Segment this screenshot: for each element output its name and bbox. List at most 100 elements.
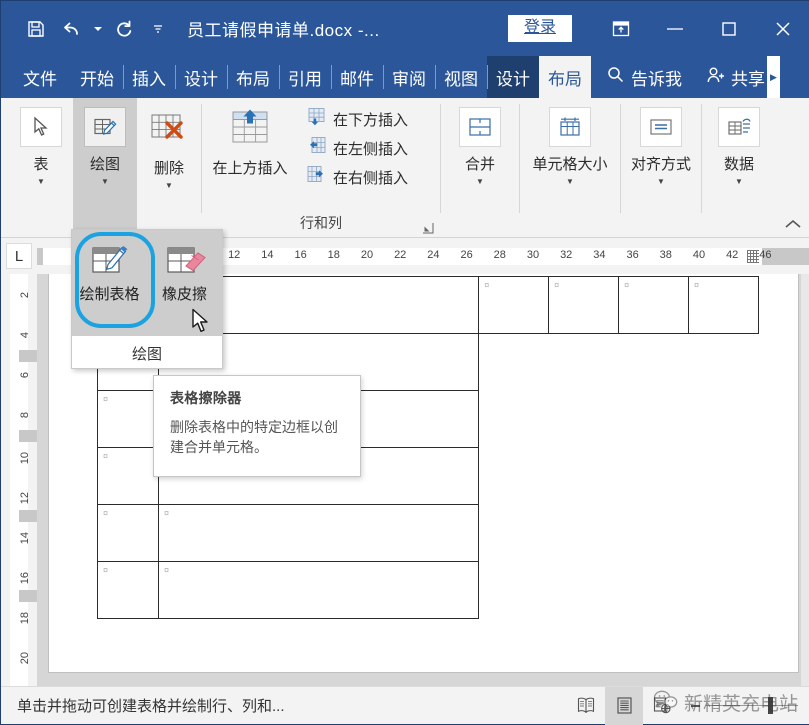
- vertical-ruler[interactable]: 2468101214161820: [1, 274, 37, 686]
- table-cell[interactable]: ¤: [479, 277, 549, 334]
- merge-button[interactable]: 合并 ▼: [447, 98, 513, 186]
- read-mode-icon[interactable]: [567, 687, 605, 725]
- ruler-tick-label: 14: [261, 249, 273, 261]
- sign-in-button[interactable]: 登录: [508, 15, 572, 42]
- title-bar: 员工请假申请单.docx -... 登录: [1, 1, 809, 56]
- ribbon-group-cell-size: 单元格大小 ▼: [520, 98, 620, 237]
- insert-right-button[interactable]: 在右侧插入: [302, 164, 412, 190]
- vertical-ruler-tick-label: 14: [19, 532, 37, 544]
- tab-references[interactable]: 引用: [279, 56, 331, 98]
- tab-table-layout[interactable]: 布局: [539, 56, 591, 98]
- select-label: 表: [33, 153, 48, 174]
- merge-cells-icon: [459, 107, 501, 147]
- vertical-ruler-tick-label: 12: [19, 492, 37, 504]
- select-button[interactable]: 表 ▼: [9, 98, 73, 186]
- rows-columns-dialog-launcher-icon[interactable]: [422, 221, 434, 233]
- tab-stop-selector[interactable]: L: [1, 238, 37, 274]
- cell-size-label: 单元格大小: [532, 153, 607, 174]
- tab-layout[interactable]: 布局: [227, 56, 279, 98]
- share-person-icon: [706, 66, 726, 89]
- draw-button[interactable]: 绘图 ▼: [73, 98, 137, 238]
- insert-above-button[interactable]: 在上方插入: [202, 98, 298, 178]
- alignment-caret-icon[interactable]: ▼: [657, 177, 665, 186]
- word-window: 员工请假申请单.docx -... 登录 文件 开始 插入 设计 布局 引用 邮…: [0, 0, 809, 725]
- tab-table-design[interactable]: 设计: [487, 56, 539, 98]
- undo-icon[interactable]: [55, 12, 89, 46]
- cell-end-mark: ¤: [164, 508, 169, 518]
- insert-left-button[interactable]: 在左侧插入: [302, 135, 412, 161]
- data-icon: [718, 107, 760, 147]
- tab-file[interactable]: 文件: [1, 56, 71, 98]
- merge-caret-icon[interactable]: ▼: [476, 177, 484, 186]
- vertical-ruler-tick-label: 20: [19, 652, 37, 664]
- ruler-tick-label: 34: [593, 249, 605, 261]
- table-cell[interactable]: ¤: [98, 562, 159, 619]
- table-cell[interactable]: ¤: [689, 277, 759, 334]
- insert-above-label: 在上方插入: [212, 157, 287, 178]
- tab-review[interactable]: 审阅: [383, 56, 435, 98]
- table-cell[interactable]: ¤: [98, 505, 159, 562]
- data-caret-icon[interactable]: ▼: [735, 177, 743, 186]
- table-cell[interactable]: ¤: [619, 277, 689, 334]
- rows-columns-group-label: 行和列: [202, 213, 440, 237]
- alignment-label: 对齐方式: [631, 153, 691, 174]
- ruler-tick-label: 28: [494, 249, 506, 261]
- tab-insert[interactable]: 插入: [123, 56, 175, 98]
- ribbon-group-table: 表 ▼ 绘图 ▼: [1, 98, 201, 237]
- table-row[interactable]: ¤¤: [98, 562, 759, 619]
- close-icon[interactable]: [756, 1, 809, 56]
- minimize-icon[interactable]: [648, 1, 702, 56]
- table-cell[interactable]: ¤: [549, 277, 619, 334]
- ribbon-group-rows-columns: 在上方插入 在下方插入: [202, 98, 440, 237]
- draw-caret-icon[interactable]: ▼: [101, 177, 109, 186]
- tell-me-button[interactable]: 告诉我: [591, 56, 692, 98]
- tab-view[interactable]: 视图: [435, 56, 487, 98]
- table-cell[interactable]: ¤: [158, 505, 478, 562]
- table-row[interactable]: ¤¤: [98, 505, 759, 562]
- table-cell[interactable]: ¤: [98, 391, 159, 448]
- alignment-icon: [640, 107, 682, 147]
- draw-table-icon: [84, 107, 126, 147]
- undo-dropdown-caret-icon[interactable]: [91, 12, 105, 46]
- ribbon-options-icon[interactable]: [594, 1, 648, 56]
- eraser-icon: [161, 239, 209, 281]
- cell-size-button[interactable]: 单元格大小 ▼: [522, 98, 618, 186]
- save-icon[interactable]: [19, 12, 53, 46]
- tab-home[interactable]: 开始: [71, 56, 123, 98]
- ruler-tick-label: 20: [361, 249, 373, 261]
- cell-end-mark: ¤: [103, 508, 108, 518]
- collapse-ribbon-icon[interactable]: [785, 217, 801, 232]
- ruler-tick-label: 16: [294, 249, 306, 261]
- tab-overflow-arrow-icon[interactable]: ▶: [767, 56, 780, 98]
- tab-mailings[interactable]: 邮件: [331, 56, 383, 98]
- draw-label: 绘图: [90, 153, 120, 174]
- tooltip-title: 表格擦除器: [170, 388, 346, 408]
- table-cell[interactable]: ¤: [98, 448, 159, 505]
- redo-icon[interactable]: [107, 12, 141, 46]
- mouse-cursor-icon: [191, 308, 211, 341]
- select-caret-icon[interactable]: ▼: [37, 177, 45, 186]
- cell-end-mark: ¤: [103, 565, 108, 575]
- ruler-tick-label: 18: [328, 249, 340, 261]
- vertical-ruler-tick-label: 18: [19, 612, 37, 624]
- delete-caret-icon[interactable]: ▼: [165, 181, 173, 190]
- tab-design[interactable]: 设计: [175, 56, 227, 98]
- vertical-scrollbar[interactable]: [801, 274, 809, 686]
- cell-size-caret-icon[interactable]: ▼: [566, 177, 574, 186]
- print-layout-icon[interactable]: [605, 687, 643, 725]
- insert-below-button[interactable]: 在下方插入: [302, 106, 412, 132]
- quick-access-toolbar: [1, 12, 165, 46]
- eraser-item-label: 橡皮擦: [162, 283, 207, 304]
- alignment-button[interactable]: 对齐方式 ▼: [621, 98, 701, 186]
- table-cell[interactable]: ¤: [158, 562, 478, 619]
- watermark-text: 新精英充电站: [684, 689, 798, 716]
- delete-button[interactable]: 删除 ▼: [137, 98, 201, 190]
- data-label: 数据: [724, 153, 754, 174]
- maximize-icon[interactable]: [702, 1, 756, 56]
- share-button[interactable]: 共享: [692, 56, 767, 98]
- data-button[interactable]: 数据 ▼: [706, 98, 772, 186]
- insert-left-icon: [306, 136, 327, 160]
- customize-qat-icon[interactable]: [151, 12, 165, 46]
- tell-me-label: 告诉我: [631, 65, 682, 90]
- cell-end-mark: ¤: [484, 280, 489, 290]
